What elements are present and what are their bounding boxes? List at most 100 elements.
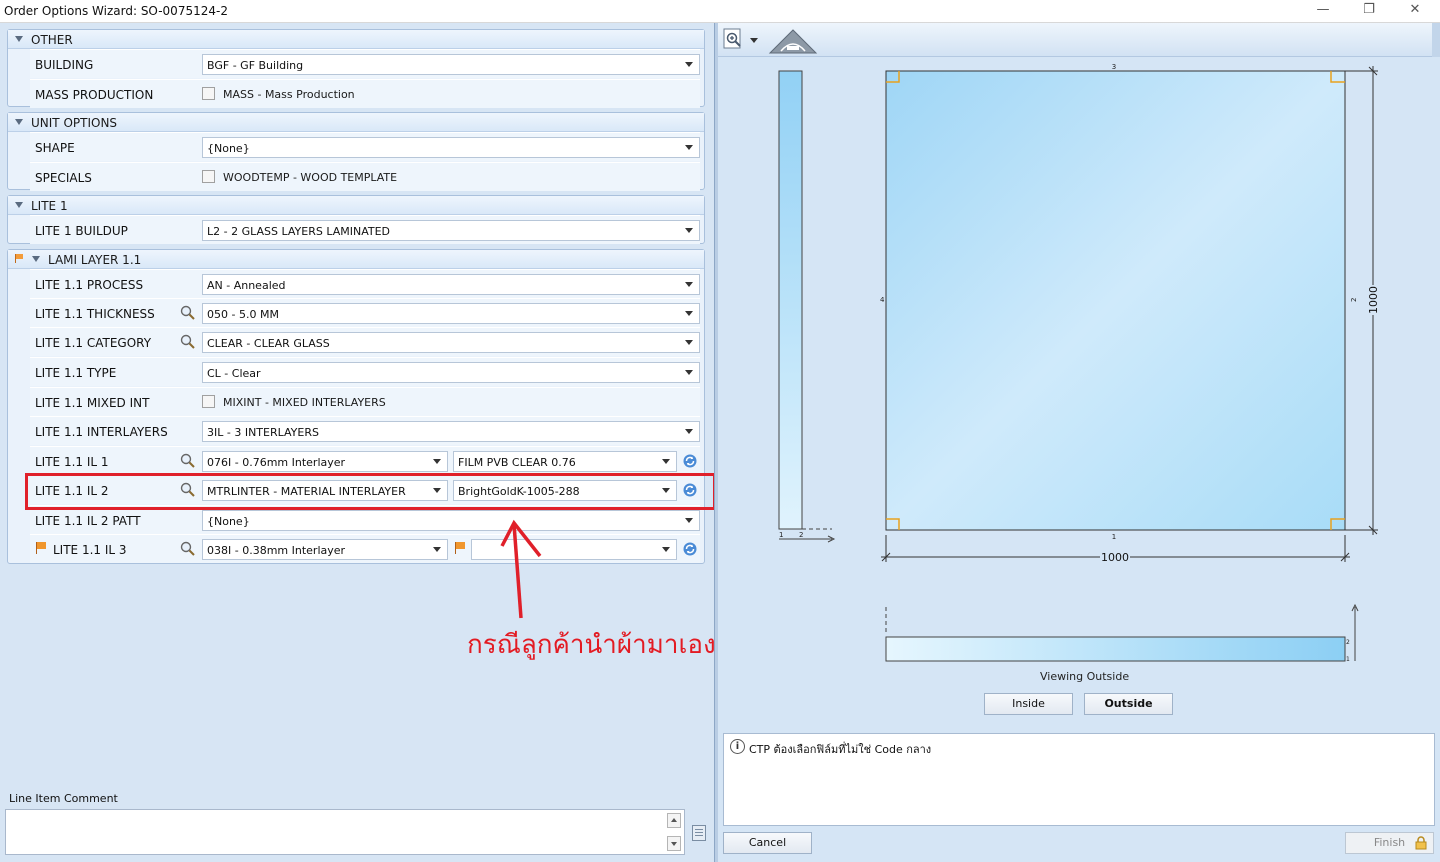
collapse-arrow-icon[interactable] bbox=[32, 256, 40, 262]
building-select[interactable]: BGF - GF Building bbox=[202, 54, 700, 75]
group-lami-layer: LAMI LAYER 1.1 LITE 1.1 PROCESS AN - Ann… bbox=[7, 249, 705, 564]
mixed-interlayers-checkbox[interactable] bbox=[202, 395, 215, 408]
lite-thickness-select[interactable]: 050 - 5.0 MM bbox=[202, 303, 700, 324]
shape-select[interactable]: {None} bbox=[202, 137, 700, 158]
side-label-2: 2 bbox=[799, 531, 803, 539]
lite-1-buildup-select[interactable]: L2 - 2 GLASS LAYERS LAMINATED bbox=[202, 220, 700, 241]
field-label: LITE 1.1 MIXED INT bbox=[35, 396, 150, 410]
view-mode-icon[interactable] bbox=[768, 27, 818, 54]
comment-label: Line Item Comment bbox=[9, 792, 118, 805]
height-dimension: 1000 bbox=[1367, 286, 1380, 314]
lite-type-select[interactable]: CL - Clear bbox=[202, 362, 700, 383]
window-title: Order Options Wizard: SO-0075124-2 bbox=[4, 4, 228, 18]
preview-toolbar bbox=[718, 23, 1440, 57]
dropdown-arrow-icon[interactable] bbox=[679, 304, 699, 323]
search-icon[interactable] bbox=[180, 305, 196, 321]
collapse-arrow-icon[interactable] bbox=[15, 202, 23, 208]
field-label: LITE 1.1 THICKNESS bbox=[35, 307, 155, 321]
zoom-dropdown-arrow-icon[interactable] bbox=[750, 38, 758, 43]
select-value: {None} bbox=[207, 142, 250, 155]
dropdown-arrow-icon[interactable] bbox=[656, 452, 676, 471]
select-value: 076I - 0.76mm Interlayer bbox=[207, 456, 346, 469]
group-title: LAMI LAYER 1.1 bbox=[48, 253, 142, 267]
side-label-1: 1 bbox=[779, 531, 783, 539]
mass-production-checkbox[interactable] bbox=[202, 87, 215, 100]
dropdown-arrow-icon[interactable] bbox=[679, 333, 699, 352]
glass-preview-drawing: 1 2 3 1 4 2 1000 1000 2 1 bbox=[778, 63, 1380, 663]
finish-button[interactable]: Finish bbox=[1345, 832, 1434, 854]
dropdown-arrow-icon[interactable] bbox=[679, 275, 699, 294]
zoom-icon[interactable] bbox=[723, 28, 745, 50]
outside-button[interactable]: Outside bbox=[1084, 693, 1173, 715]
field-label: SPECIALS bbox=[35, 171, 92, 185]
lock-icon bbox=[1415, 836, 1427, 850]
select-value: 3IL - 3 INTERLAYERS bbox=[207, 426, 319, 439]
dropdown-arrow-icon[interactable] bbox=[427, 452, 447, 471]
strip-label-2: 2 bbox=[1346, 639, 1350, 646]
il-2-pattern-select[interactable]: {None} bbox=[202, 510, 700, 531]
group-title: UNIT OPTIONS bbox=[31, 116, 118, 130]
field-label: LITE 1.1 CATEGORY bbox=[35, 336, 152, 350]
strip-label-1: 1 bbox=[1346, 656, 1350, 663]
refresh-icon[interactable] bbox=[682, 541, 698, 557]
scroll-down-button[interactable] bbox=[667, 836, 681, 851]
maximize-button[interactable]: ❐ bbox=[1346, 0, 1392, 22]
lite-category-select[interactable]: CLEAR - CLEAR GLASS bbox=[202, 332, 700, 353]
side-view-glass bbox=[778, 70, 803, 530]
specials-checkbox[interactable] bbox=[202, 170, 215, 183]
comment-textarea[interactable] bbox=[5, 809, 685, 855]
field-label: LITE 1.1 IL 3 bbox=[53, 543, 127, 557]
dropdown-arrow-icon[interactable] bbox=[679, 511, 699, 530]
dropdown-arrow-icon[interactable] bbox=[427, 540, 447, 559]
select-value: {None} bbox=[207, 515, 250, 528]
group-header-other[interactable]: OTHER bbox=[8, 30, 704, 49]
select-value: L2 - 2 GLASS LAYERS LAMINATED bbox=[207, 225, 390, 238]
lite-interlayers-select[interactable]: 3IL - 3 INTERLAYERS bbox=[202, 421, 700, 442]
dropdown-arrow-icon[interactable] bbox=[679, 363, 699, 382]
row-lite-interlayers: LITE 1.1 INTERLAYERS 3IL - 3 INTERLAYERS bbox=[30, 416, 700, 445]
row-lite-thickness: LITE 1.1 THICKNESS 050 - 5.0 MM bbox=[30, 298, 700, 327]
dropdown-arrow-icon[interactable] bbox=[679, 55, 699, 74]
field-label: LITE 1.1 IL 1 bbox=[35, 455, 109, 469]
group-header-unit-options[interactable]: UNIT OPTIONS bbox=[8, 113, 704, 132]
search-icon[interactable] bbox=[180, 334, 196, 350]
select-value: FILM PVB CLEAR 0.76 bbox=[458, 456, 576, 469]
toolbar-scroll-icon bbox=[1432, 23, 1440, 57]
il-1-material-select[interactable]: FILM PVB CLEAR 0.76 bbox=[453, 451, 677, 472]
options-panel: OTHER BUILDING BGF - GF Building MASS PR… bbox=[0, 23, 714, 862]
close-button[interactable]: ✕ bbox=[1392, 0, 1438, 22]
refresh-icon[interactable] bbox=[682, 453, 698, 469]
group-title: OTHER bbox=[31, 33, 73, 47]
lite-process-select[interactable]: AN - Annealed bbox=[202, 274, 700, 295]
group-unit-options: UNIT OPTIONS SHAPE {None} SPECIALS WOODT… bbox=[7, 112, 705, 191]
edge-label-right: 2 bbox=[1350, 298, 1358, 302]
minimize-button[interactable]: — bbox=[1300, 0, 1346, 22]
scroll-up-button[interactable] bbox=[667, 813, 681, 828]
edge-label-top: 3 bbox=[1112, 63, 1116, 71]
row-building: BUILDING BGF - GF Building bbox=[30, 49, 700, 78]
collapse-arrow-icon[interactable] bbox=[15, 119, 23, 125]
edge-label-left: 4 bbox=[880, 296, 885, 304]
title-bar: Order Options Wizard: SO-0075124-2 — ❐ ✕ bbox=[0, 0, 1440, 23]
dropdown-arrow-icon[interactable] bbox=[656, 540, 676, 559]
edge-label-bottom: 1 bbox=[1112, 533, 1116, 541]
dropdown-arrow-icon[interactable] bbox=[679, 138, 699, 157]
dropdown-arrow-icon[interactable] bbox=[679, 221, 699, 240]
dropdown-arrow-icon[interactable] bbox=[679, 422, 699, 441]
inside-button[interactable]: Inside bbox=[984, 693, 1073, 715]
group-header-lite-1[interactable]: LITE 1 bbox=[8, 196, 704, 215]
notes-icon[interactable] bbox=[692, 825, 706, 841]
il-1-select[interactable]: 076I - 0.76mm Interlayer bbox=[202, 451, 448, 472]
il-3-select[interactable]: 038I - 0.38mm Interlayer bbox=[202, 539, 448, 560]
search-icon[interactable] bbox=[180, 453, 196, 469]
row-lite-process: LITE 1.1 PROCESS AN - Annealed bbox=[30, 269, 700, 298]
cancel-button[interactable]: Cancel bbox=[723, 832, 812, 854]
search-icon[interactable] bbox=[180, 541, 196, 557]
collapse-arrow-icon[interactable] bbox=[15, 36, 23, 42]
checkbox-label: MIXINT - MIXED INTERLAYERS bbox=[223, 396, 386, 409]
width-dimension: 1000 bbox=[1101, 551, 1129, 564]
row-lite-il-1: LITE 1.1 IL 1 076I - 0.76mm Interlayer F… bbox=[30, 446, 700, 475]
group-header-lami-layer[interactable]: LAMI LAYER 1.1 bbox=[8, 250, 704, 269]
row-shape: SHAPE {None} bbox=[30, 132, 700, 161]
select-value: AN - Annealed bbox=[207, 279, 286, 292]
